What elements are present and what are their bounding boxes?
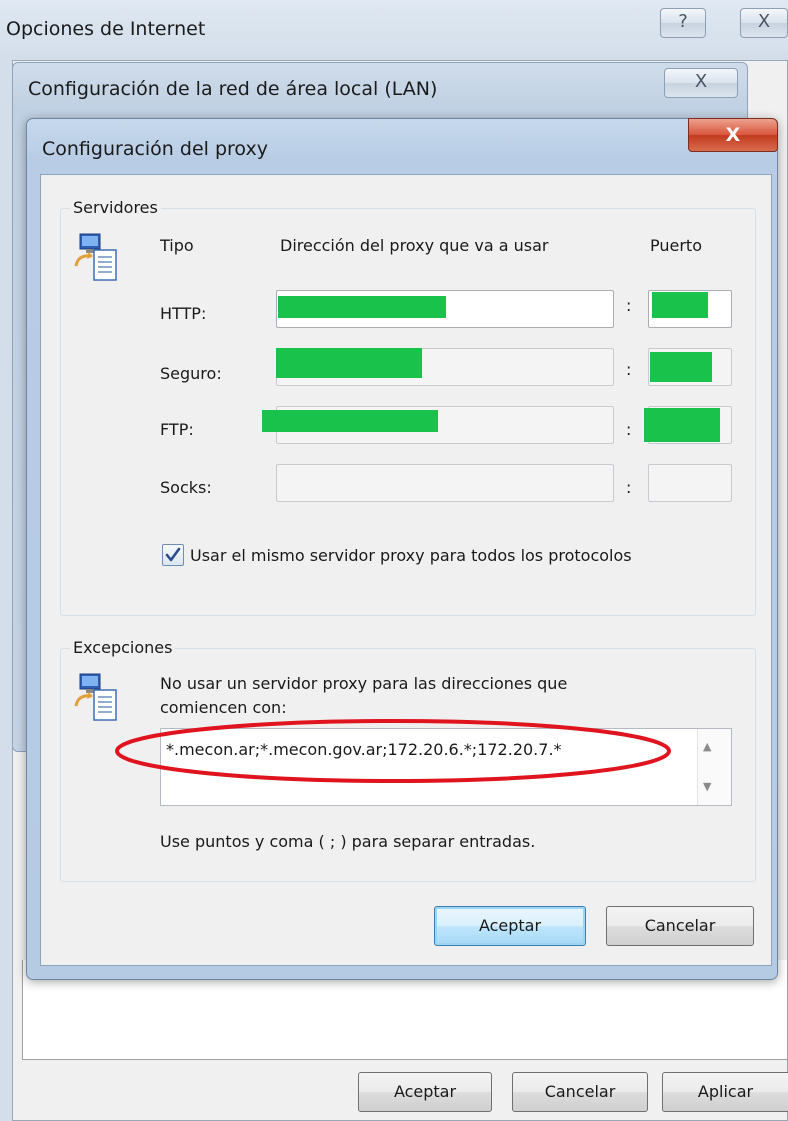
header-type: Tipo [160, 236, 194, 255]
close-icon: X [725, 124, 741, 146]
proxy-close-button[interactable]: X [688, 118, 778, 152]
redaction-mark [650, 352, 712, 382]
scroll-up-icon[interactable]: ▲ [703, 740, 711, 753]
socks-colon: : [626, 478, 632, 497]
help-icon: ? [678, 11, 688, 32]
lan-close-button[interactable]: X [664, 68, 738, 98]
socks-port-input[interactable] [648, 464, 732, 502]
secure-label: Seguro: [160, 364, 222, 383]
redaction-mark [276, 348, 422, 378]
proxy-settings-title: Configuración del proxy [42, 138, 268, 160]
scroll-down-icon[interactable]: ▼ [703, 780, 711, 793]
http-colon: : [626, 296, 632, 315]
proxy-ok-button[interactable]: Aceptar [434, 906, 586, 946]
redaction-mark [652, 292, 708, 318]
http-label: HTTP: [160, 304, 207, 323]
servers-group-label: Servidores [70, 198, 161, 217]
close-icon: X [757, 11, 771, 32]
header-port: Puerto [650, 236, 702, 255]
network-computer-icon [74, 233, 117, 281]
internet-options-ok-button[interactable]: Aceptar [358, 1072, 492, 1112]
internet-options-apply-button[interactable]: Aplicar [662, 1072, 788, 1112]
socks-address-input[interactable] [276, 464, 614, 502]
exceptions-description-line1: No usar un servidor proxy para las direc… [160, 674, 568, 693]
same-proxy-checkbox[interactable] [162, 544, 184, 566]
secure-colon: : [626, 360, 632, 379]
header-address: Dirección del proxy que va a usar [280, 236, 549, 255]
redaction-mark [644, 408, 720, 442]
exceptions-hint: Use puntos y coma ( ; ) para separar ent… [160, 832, 536, 851]
same-proxy-label[interactable]: Usar el mismo servidor proxy para todos … [190, 546, 632, 565]
internet-options-close-button[interactable]: X [740, 8, 788, 38]
help-button[interactable]: ? [660, 8, 706, 38]
exceptions-group-label: Excepciones [70, 638, 176, 657]
close-icon: X [694, 71, 708, 92]
proxy-cancel-button[interactable]: Cancelar [606, 906, 754, 946]
ftp-label: FTP: [160, 420, 194, 439]
lan-settings-title: Configuración de la red de área local (L… [28, 78, 438, 100]
ftp-colon: : [626, 420, 632, 439]
socks-label: Socks: [160, 478, 212, 497]
checkmark-icon [165, 547, 181, 562]
internet-options-title: Opciones de Internet [6, 18, 206, 40]
redaction-mark [262, 410, 438, 432]
exceptions-description-line2: comiencen con: [160, 698, 287, 717]
redaction-mark [278, 296, 446, 318]
internet-options-cancel-button[interactable]: Cancelar [512, 1072, 648, 1112]
annotation-ellipse [115, 719, 671, 783]
